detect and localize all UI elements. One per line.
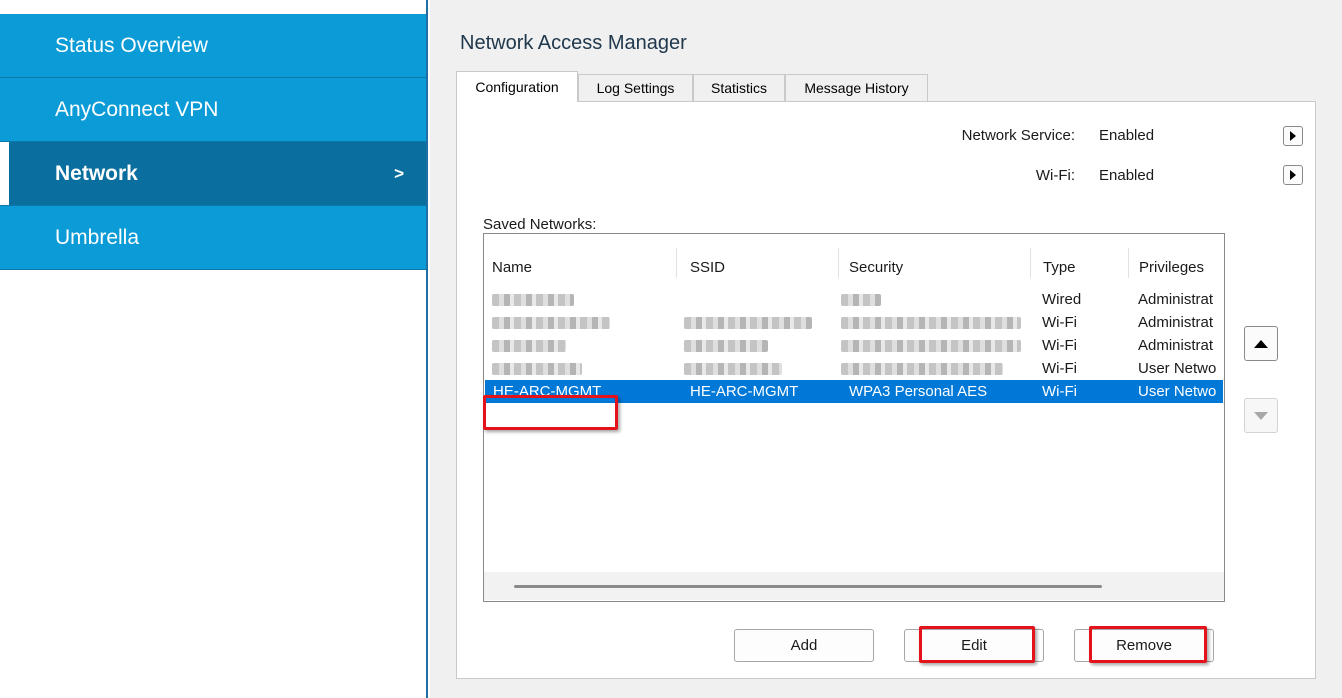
configuration-panel: Network Service: Enabled Wi-Fi: Enabled … — [456, 101, 1316, 679]
name-cell: HE-ARC-MGMT — [493, 383, 602, 400]
wifi-label: Wi-Fi: — [1035, 167, 1075, 184]
move-down-button[interactable] — [1244, 398, 1278, 433]
saved-networks-list[interactable]: Name SSID Security Type Privileges Wired… — [483, 233, 1225, 602]
move-up-button[interactable] — [1244, 326, 1278, 361]
scrollbar-thumb[interactable] — [514, 585, 1102, 588]
redacted-name — [492, 340, 566, 352]
triangle-right-icon — [1290, 131, 1296, 141]
redacted-security — [841, 340, 1021, 352]
privileges-cell: Administrat — [1138, 337, 1214, 354]
network-service-label: Network Service: — [961, 127, 1075, 144]
type-cell: Wi-Fi — [1042, 360, 1077, 377]
sidebar-item-label: Network — [55, 161, 138, 185]
redacted-name — [492, 294, 574, 306]
wifi-value: Enabled — [1099, 167, 1155, 184]
main-panel: Network Access Manager Configuration Log… — [430, 0, 1342, 698]
tab-label: Statistics — [710, 80, 767, 96]
redacted-ssid — [684, 363, 782, 375]
redacted-name — [492, 317, 610, 329]
security-cell: WPA3 Personal AES — [849, 383, 988, 400]
triangle-right-icon — [1290, 170, 1296, 180]
column-header-name[interactable]: Name — [492, 259, 532, 276]
remove-button-label: Remove — [1116, 637, 1172, 654]
sidebar-item-label: AnyConnect VPN — [55, 97, 219, 121]
network-service-value: Enabled — [1099, 127, 1155, 144]
tab-statistics[interactable]: Statistics — [693, 74, 785, 101]
edit-button[interactable]: Edit — [904, 629, 1044, 662]
column-divider — [838, 248, 839, 278]
ssid-cell: HE-ARC-MGMT — [690, 383, 799, 400]
redacted-ssid — [684, 340, 768, 352]
type-cell: Wi-Fi — [1042, 383, 1077, 400]
type-cell: Wi-Fi — [1042, 314, 1077, 331]
chevron-right-icon: > — [394, 163, 404, 183]
sidebar: Status Overview AnyConnect VPN Network >… — [0, 0, 428, 698]
sidebar-item-umbrella[interactable]: Umbrella — [0, 206, 426, 270]
edit-button-label: Edit — [961, 637, 987, 654]
tab-label: Configuration — [475, 79, 559, 95]
tab-message-history[interactable]: Message History — [785, 74, 928, 101]
sidebar-item-label: Status Overview — [55, 33, 208, 57]
sidebar-item-status-overview[interactable]: Status Overview — [0, 14, 426, 78]
redacted-ssid — [684, 317, 812, 329]
wifi-expand-button[interactable] — [1283, 165, 1303, 185]
horizontal-scrollbar[interactable] — [484, 572, 1224, 600]
saved-networks-label: Saved Networks: — [483, 216, 597, 233]
table-row[interactable]: Wi-Fi Administrat — [485, 311, 1223, 334]
sidebar-item-network[interactable]: Network > — [0, 142, 426, 206]
tab-configuration[interactable]: Configuration — [456, 71, 578, 102]
column-divider — [676, 248, 677, 278]
tab-label: Message History — [804, 80, 909, 96]
add-button[interactable]: Add — [734, 629, 874, 662]
redacted-security — [841, 363, 1003, 375]
sidebar-item-label: Umbrella — [55, 225, 140, 249]
privileges-cell: User Netwo — [1138, 360, 1217, 377]
column-header-security[interactable]: Security — [849, 259, 903, 276]
column-header-type[interactable]: Type — [1043, 259, 1076, 276]
table-row[interactable]: Wi-Fi Administrat — [485, 334, 1223, 357]
add-button-label: Add — [790, 637, 818, 654]
triangle-down-icon — [1254, 411, 1268, 420]
triangle-up-icon — [1254, 339, 1268, 348]
column-divider — [1030, 248, 1031, 278]
privileges-cell: Administrat — [1138, 314, 1214, 331]
type-cell: Wi-Fi — [1042, 337, 1077, 354]
sidebar-item-anyconnect-vpn[interactable]: AnyConnect VPN — [0, 78, 426, 142]
type-cell: Wired — [1042, 291, 1082, 308]
redacted-security — [841, 317, 1021, 329]
column-divider — [1128, 248, 1129, 278]
remove-button[interactable]: Remove — [1074, 629, 1214, 662]
network-service-expand-button[interactable] — [1283, 126, 1303, 146]
redacted-security — [841, 294, 881, 306]
redacted-name — [492, 363, 582, 375]
page-title: Network Access Manager — [460, 32, 687, 54]
privileges-cell: Administrat — [1138, 291, 1214, 308]
table-row-selected[interactable]: HE-ARC-MGMT HE-ARC-MGMT WPA3 Personal AE… — [485, 380, 1223, 403]
tab-label: Log Settings — [596, 80, 675, 96]
column-header-ssid[interactable]: SSID — [690, 259, 725, 276]
privileges-cell: User Netwo — [1138, 383, 1217, 400]
table-row[interactable]: Wired Administrat — [485, 288, 1223, 311]
table-row[interactable]: Wi-Fi User Netwo — [485, 357, 1223, 380]
tab-log-settings[interactable]: Log Settings — [578, 74, 693, 101]
column-header-privileges[interactable]: Privileges — [1139, 259, 1204, 276]
